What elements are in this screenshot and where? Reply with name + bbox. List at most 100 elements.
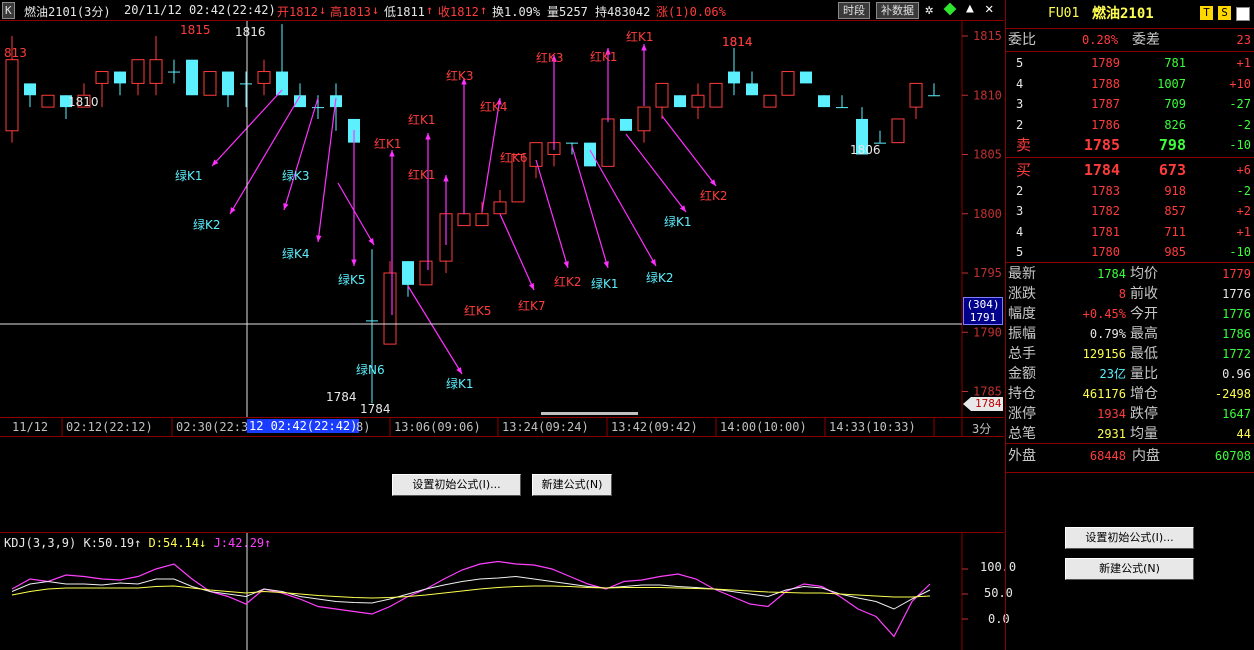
stat-label: 涨停: [1008, 406, 1036, 422]
quote-row[interactable]: 买 1784 673 +6: [1006, 160, 1254, 180]
signal-arrow: [481, 97, 501, 213]
quote-row[interactable]: 3 1787 709 -27: [1006, 94, 1254, 114]
candle: [60, 95, 72, 108]
candles: [5, 24, 940, 404]
candlestick-chart[interactable]: 1815181018051800179517901785: [0, 21, 1004, 417]
candle: [856, 118, 868, 155]
stat-label: 金额: [1008, 366, 1036, 382]
price-tick-label: 1810: [973, 88, 1002, 102]
quote-row[interactable]: 5 1789 781 +1: [1006, 53, 1254, 73]
candle: [312, 107, 324, 109]
arrow-head-icon: [603, 261, 609, 268]
candle: [493, 201, 507, 215]
signal-arrow: [499, 213, 535, 291]
green-diamond-icon[interactable]: [943, 2, 957, 16]
quote-row[interactable]: 卖 1785 798 -10: [1006, 135, 1254, 155]
quote-row[interactable]: 4 1781 711 +1: [1006, 222, 1254, 242]
price-tick-label: 1815: [973, 29, 1002, 43]
bid-level: 2: [1016, 183, 1024, 198]
bid-volume: 985: [1164, 245, 1186, 259]
stat-value: 44: [1236, 427, 1251, 441]
quote-row[interactable]: 2 1786 826 -2: [1006, 115, 1254, 135]
quote-row[interactable]: 持仓 461176 增仓 -2498: [1006, 384, 1254, 404]
stat-value: 1776: [1222, 307, 1251, 321]
settings-gear-icon[interactable]: ✲: [925, 2, 933, 18]
candle: [909, 82, 923, 108]
candle: [655, 82, 669, 108]
ask-change: -27: [1229, 97, 1251, 111]
ask-price: 1786: [1091, 117, 1120, 132]
time-label: 14:00(10:00): [720, 420, 807, 434]
fill-data-button[interactable]: 补数据: [876, 2, 919, 19]
stat-label: 跌停: [1130, 406, 1158, 422]
new-formula-button[interactable]: 新建公式(N): [532, 474, 612, 496]
ask-volume: 781: [1164, 56, 1186, 70]
close-icon[interactable]: ✕: [985, 1, 993, 17]
stat-label: 今开: [1130, 306, 1158, 322]
period-label[interactable]: 3分: [972, 420, 991, 437]
price-tick-label: 1800: [973, 207, 1002, 221]
cursor-price: 1791: [969, 311, 997, 324]
s-icon[interactable]: S: [1218, 6, 1231, 20]
signal-arrow: [625, 133, 687, 213]
bid-change: -2: [1236, 183, 1251, 198]
set-initial-formula-button-right[interactable]: 设置初始公式(I)...: [1065, 527, 1194, 549]
stat-value: 2931: [1097, 427, 1126, 441]
quote-row[interactable]: 幅度 +0.45% 今开 1776: [1006, 304, 1254, 324]
new-formula-button-right[interactable]: 新建公式(N): [1065, 558, 1194, 580]
menu-icon[interactable]: [1236, 7, 1250, 21]
stat-label: 增仓: [1130, 386, 1158, 402]
quote-row[interactable]: 振幅 0.79% 最高 1786: [1006, 324, 1254, 344]
candle: [637, 106, 651, 132]
arrow-head-icon: [605, 48, 611, 55]
stat-value: 1776: [1222, 287, 1251, 301]
time-label: 13:24(09:24): [502, 420, 589, 434]
close-up-arrow-icon: ↑: [480, 3, 488, 17]
quote-row[interactable]: 2 1783 918 -2: [1006, 181, 1254, 201]
candle: [5, 59, 19, 132]
stat-label: 均量: [1130, 426, 1158, 442]
scroll-thumb[interactable]: [541, 412, 638, 415]
weibi-label: 委比: [1008, 32, 1036, 48]
bid-volume: 711: [1164, 224, 1186, 239]
signal-arrow: [229, 95, 301, 215]
bar-volume: 量5257: [547, 5, 588, 19]
ask-volume: 826: [1164, 117, 1186, 132]
candle: [836, 107, 848, 109]
bar-close: 收1812: [438, 5, 479, 19]
ask-change: +1: [1236, 56, 1251, 70]
candle: [186, 59, 198, 96]
bar-open: 开1812: [277, 5, 318, 19]
arrow-head-icon: [316, 235, 322, 242]
stat-label: 最新: [1008, 266, 1036, 282]
stat-label: 幅度: [1008, 306, 1036, 322]
quote-row[interactable]: 涨停 1934 跌停 1647: [1006, 404, 1254, 424]
candle: [402, 261, 414, 285]
candle: [149, 59, 163, 84]
bid-level: 买: [1016, 161, 1032, 179]
collapse-up-icon[interactable]: ▲: [966, 1, 974, 16]
arrow-head-icon: [456, 367, 462, 374]
quote-row[interactable]: 金额 23亿 量比 0.96: [1006, 364, 1254, 384]
quote-row[interactable]: 4 1788 1007 +10: [1006, 74, 1254, 94]
set-initial-formula-button[interactable]: 设置初始公式(I)...: [392, 474, 521, 496]
candle: [601, 118, 615, 167]
quote-row[interactable]: 涨跌 8 前收 1776: [1006, 284, 1254, 304]
quote-row[interactable]: 5 1780 985 -10: [1006, 242, 1254, 262]
candle: [874, 142, 886, 144]
session-button[interactable]: 时段: [838, 2, 870, 19]
stat-label: 均价: [1130, 266, 1158, 282]
ask-level: 2: [1016, 117, 1024, 132]
t-icon[interactable]: T: [1200, 6, 1213, 20]
bid-price: 1783: [1091, 183, 1120, 198]
quote-row[interactable]: 总笔 2931 均量 44: [1006, 424, 1254, 444]
quote-row[interactable]: 总手 129156 最低 1772: [1006, 344, 1254, 364]
quote-row[interactable]: 3 1782 857 +2: [1006, 201, 1254, 221]
candle: [728, 71, 740, 84]
stat-value: 1779: [1222, 267, 1251, 281]
quote-row[interactable]: 最新 1784 均价 1779: [1006, 264, 1254, 284]
bar-low: 低1811: [384, 5, 425, 19]
kdj-panel[interactable]: KDJ(3,3,9) K:50.19↑ D:54.14↓ J:42.29↑ 10…: [0, 533, 1016, 650]
chart-type-button[interactable]: K: [2, 2, 15, 19]
bid-price: 1780: [1091, 245, 1120, 259]
